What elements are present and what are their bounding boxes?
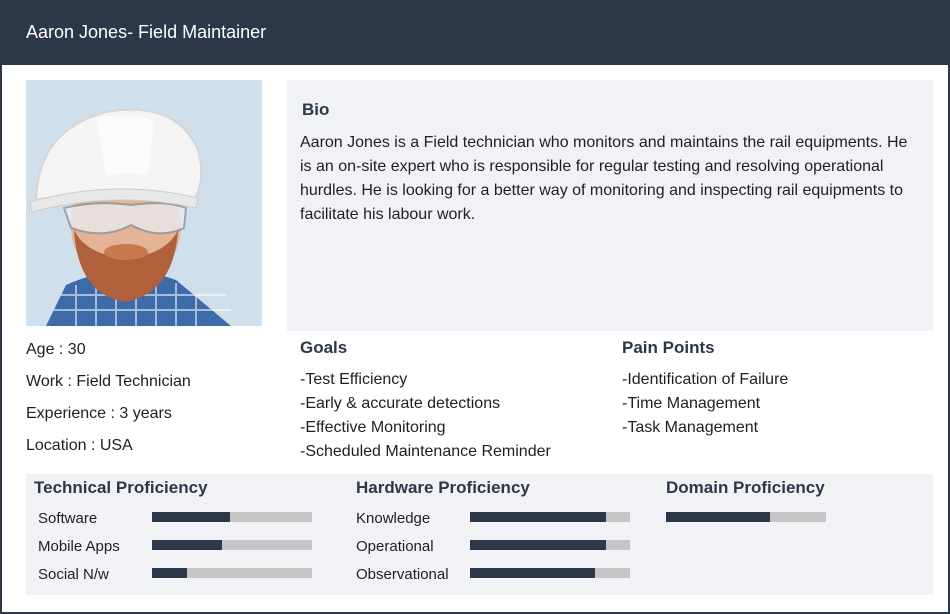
technical-bar-social xyxy=(152,568,312,578)
technical-proficiency-heading: Technical Proficiency xyxy=(34,478,208,497)
work-info: Work : Field Technician xyxy=(26,373,191,390)
goal-item: -Effective Monitoring xyxy=(300,419,446,436)
goals-heading: Goals xyxy=(300,338,348,357)
pain-points-heading: Pain Points xyxy=(622,338,715,357)
domain-bar-fill xyxy=(666,512,770,522)
pain-point-item: -Task Management xyxy=(622,419,759,436)
technical-bar-mobile-apps xyxy=(152,540,312,550)
technical-bar-mobile-apps-fill xyxy=(152,540,223,550)
technical-bar-software-fill xyxy=(152,512,231,522)
persona-card: Aaron Jones- Field Maintainer Bio Aaron … xyxy=(0,0,950,614)
hardware-label-observational: Observational xyxy=(356,566,449,583)
hardware-bar-observational-fill xyxy=(470,568,595,578)
person-photo xyxy=(26,80,262,326)
person-photo-icon xyxy=(26,80,262,326)
bio-heading: Bio xyxy=(302,100,330,119)
hardware-bar-knowledge xyxy=(470,512,630,522)
goal-item: -Early & accurate detections xyxy=(300,395,501,412)
header-bar: Aaron Jones- Field Maintainer xyxy=(2,2,950,65)
hardware-label-operational: Operational xyxy=(356,538,434,555)
hardware-proficiency-heading: Hardware Proficiency xyxy=(356,478,530,497)
goal-item: -Test Efficiency xyxy=(300,371,408,388)
hardware-bar-operational xyxy=(470,540,630,550)
hardware-label-knowledge: Knowledge xyxy=(356,510,431,527)
technical-label-social: Social N/w xyxy=(38,566,109,583)
domain-bar xyxy=(666,512,826,522)
experience-info: Experience : 3 years xyxy=(26,405,172,422)
technical-bar-software xyxy=(152,512,312,522)
bio-text: Aaron Jones is a Field technician who mo… xyxy=(300,134,908,223)
pain-point-item: -Identification of Failure xyxy=(622,371,789,388)
goal-item: -Scheduled Maintenance Reminder xyxy=(300,443,551,460)
technical-bar-social-fill xyxy=(152,568,188,578)
hardware-bar-operational-fill xyxy=(470,540,606,550)
technical-label-mobile-apps: Mobile Apps xyxy=(38,538,120,555)
page-title: Aaron Jones- Field Maintainer xyxy=(26,22,267,42)
hardware-bar-observational xyxy=(470,568,630,578)
age-info: Age : 30 xyxy=(26,341,86,358)
location-info: Location : USA xyxy=(26,437,133,454)
technical-label-software: Software xyxy=(38,510,98,527)
hardware-bar-knowledge-fill xyxy=(470,512,606,522)
domain-proficiency-heading: Domain Proficiency xyxy=(666,478,825,497)
pain-point-item: -Time Management xyxy=(622,395,761,412)
